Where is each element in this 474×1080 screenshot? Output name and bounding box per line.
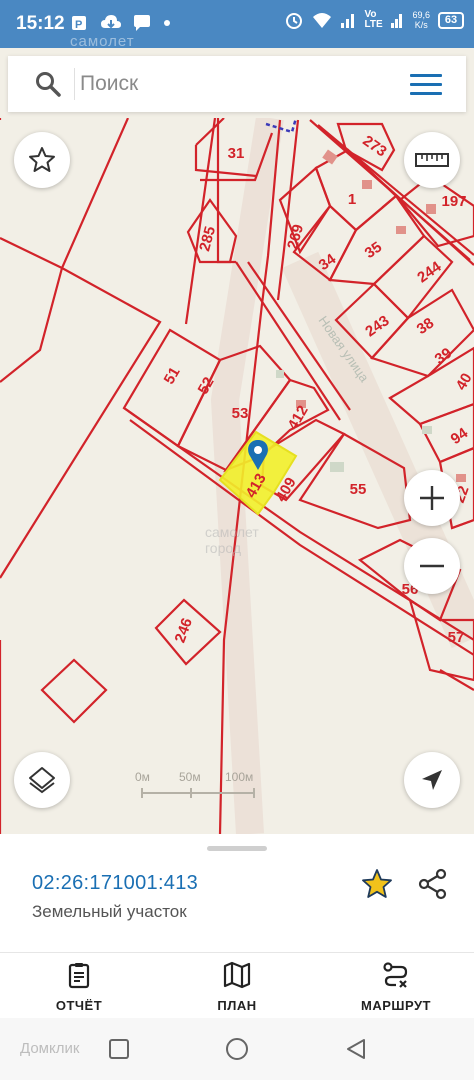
recent-apps-icon[interactable] xyxy=(108,1038,130,1060)
map-scale-bar: 0м 50м 100м xyxy=(135,770,265,800)
map-watermark: самолет город xyxy=(205,524,259,556)
layers-icon xyxy=(29,767,55,794)
favorite-map-button[interactable] xyxy=(14,132,70,188)
battery-indicator: 63 xyxy=(438,11,464,29)
parcel-label-31: 31 xyxy=(228,145,245,162)
nav-route-label: МАРШРУТ xyxy=(361,998,431,1013)
parcel-label-51: 51 xyxy=(161,364,184,387)
parcel-label-412: 412 xyxy=(284,403,311,433)
back-icon[interactable] xyxy=(344,1037,368,1061)
scale-label-0: 0м xyxy=(135,770,150,784)
scale-tick xyxy=(253,788,255,798)
net-speed-value: 69,6 xyxy=(412,10,430,20)
scale-label-100: 100м xyxy=(225,770,254,784)
share-icon[interactable] xyxy=(416,867,450,901)
scale-tick xyxy=(141,788,143,798)
zoom-in-icon xyxy=(420,486,444,510)
parcel-label-197: 197 xyxy=(441,193,466,210)
zoom-out-icon xyxy=(420,564,444,568)
parcel-label-244: 244 xyxy=(414,258,445,287)
signal-icon-2 xyxy=(391,14,403,28)
cloud-download-icon xyxy=(101,15,121,29)
nav-route[interactable]: МАРШРУТ xyxy=(336,961,456,1013)
parcel-label-1: 1 xyxy=(348,191,356,208)
bottom-nav: ОТЧЁТ ПЛАН МАРШРУТ xyxy=(0,952,474,1018)
wifi-icon xyxy=(313,13,332,28)
cadastral-number: 02:26:171001:413 xyxy=(32,872,199,894)
parcel-label-35: 35 xyxy=(362,239,385,262)
cadastral-map[interactable]: 31 273 1 197 285 269 34 35 244 243 38 39… xyxy=(0,118,474,834)
svg-text:P: P xyxy=(75,19,82,31)
parcel-type: Земельный участок xyxy=(32,902,187,921)
alarm-icon xyxy=(286,13,303,29)
search-divider xyxy=(74,68,75,100)
map-view[interactable]: 31 273 1 197 285 269 34 35 244 243 38 39… xyxy=(0,118,474,834)
route-icon xyxy=(383,962,408,988)
menu-icon[interactable] xyxy=(410,74,442,96)
status-watermark: самолет xyxy=(70,33,135,50)
search-bar xyxy=(8,56,466,112)
scale-tick xyxy=(190,788,192,798)
parcel-label-53: 53 xyxy=(232,405,249,422)
dot-icon xyxy=(164,20,170,26)
locate-icon xyxy=(422,770,442,790)
system-nav-bar: Домклик xyxy=(0,1018,474,1080)
net-speed: 69,6 K/s xyxy=(412,10,430,30)
app-notification-icon: P xyxy=(72,16,86,31)
status-time: 15:12 xyxy=(16,13,65,34)
parcel-label-273: 273 xyxy=(359,132,389,160)
layers-button[interactable] xyxy=(14,752,70,808)
ruler-icon xyxy=(415,153,449,167)
map-plan-icon xyxy=(223,961,251,989)
parcel-info-sheet[interactable]: 02:26:171001:413 Земельный участок xyxy=(0,834,474,952)
parcel-label-39: 39 xyxy=(432,345,455,368)
zoom-out-button[interactable] xyxy=(404,538,460,594)
parcel-label-57: 57 xyxy=(448,629,465,646)
favorite-star-icon[interactable] xyxy=(360,867,394,901)
scale-label-50: 50м xyxy=(179,770,201,784)
network-label: Vo LTE xyxy=(364,9,383,30)
parcel-label-38: 38 xyxy=(414,315,437,338)
sheet-handle[interactable] xyxy=(207,846,267,851)
report-icon xyxy=(68,963,90,989)
chat-icon xyxy=(134,15,150,31)
scale-line xyxy=(141,792,255,794)
parcel-label-40: 40 xyxy=(453,370,474,393)
search-input[interactable] xyxy=(80,70,380,98)
nav-plan-label: ПЛАН xyxy=(217,998,257,1013)
nav-report[interactable]: ОТЧЁТ xyxy=(19,961,139,1013)
system-watermark: Домклик xyxy=(20,1040,80,1057)
home-icon[interactable] xyxy=(225,1037,249,1061)
signal-icon xyxy=(341,14,355,28)
locate-button[interactable] xyxy=(404,752,460,808)
parcel-label-55: 55 xyxy=(350,481,367,498)
status-notification-icons: P xyxy=(70,13,172,33)
nav-plan[interactable]: ПЛАН xyxy=(177,961,297,1013)
star-icon xyxy=(29,147,55,172)
parcel-label-243: 243 xyxy=(362,312,392,340)
status-bar: 15:12 P самолет Vo LTE 69,6 K/s 63 xyxy=(0,0,474,50)
search-icon[interactable] xyxy=(34,70,62,98)
zoom-in-button[interactable] xyxy=(404,470,460,526)
ruler-button[interactable] xyxy=(404,132,460,188)
status-right: Vo LTE 69,6 K/s 63 xyxy=(284,10,464,30)
nav-report-label: ОТЧЁТ xyxy=(55,998,103,1013)
net-speed-unit: K/s xyxy=(414,20,428,30)
parcel-label-246: 246 xyxy=(172,616,197,645)
parcel-label-94: 94 xyxy=(448,424,472,448)
